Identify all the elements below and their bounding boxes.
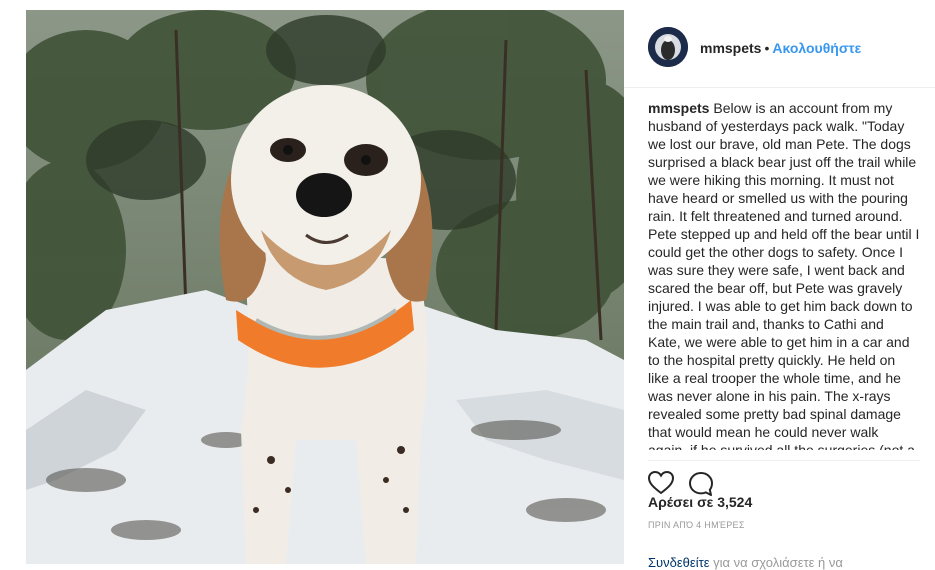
comment-prompt-text: για να σχολιάσετε ή να xyxy=(709,555,843,570)
post-header: mmspets • Ακολουθήστε xyxy=(624,10,935,88)
follow-button[interactable]: Ακολουθήστε xyxy=(772,40,861,56)
login-link[interactable]: Συνδεθείτε xyxy=(648,555,710,570)
post-sidebar: mmspets • Ακολουθήστε mmspets Below is an … xyxy=(624,10,935,570)
caption-username[interactable]: mmspets xyxy=(648,100,709,116)
comment-login-prompt: Συνδεθείτε για να σχολιάσετε ή να xyxy=(648,555,920,570)
username-link[interactable]: mmspets xyxy=(700,40,761,56)
post-time: ΠΡΙΝ ΑΠΌ 4 ΗΜΈΡΕΣ xyxy=(648,520,745,530)
separator-dot: • xyxy=(764,40,770,56)
caption-text: Below is an account from my husband of y… xyxy=(648,100,920,450)
action-bar xyxy=(647,460,920,496)
post-caption: mmspets Below is an account from my husb… xyxy=(648,99,920,450)
avatar[interactable] xyxy=(648,27,688,67)
likes-count[interactable]: Αρέσει σε 3,524 xyxy=(648,494,752,510)
post-photo[interactable] xyxy=(26,10,624,564)
header-text: mmspets • Ακολουθήστε xyxy=(700,40,861,56)
